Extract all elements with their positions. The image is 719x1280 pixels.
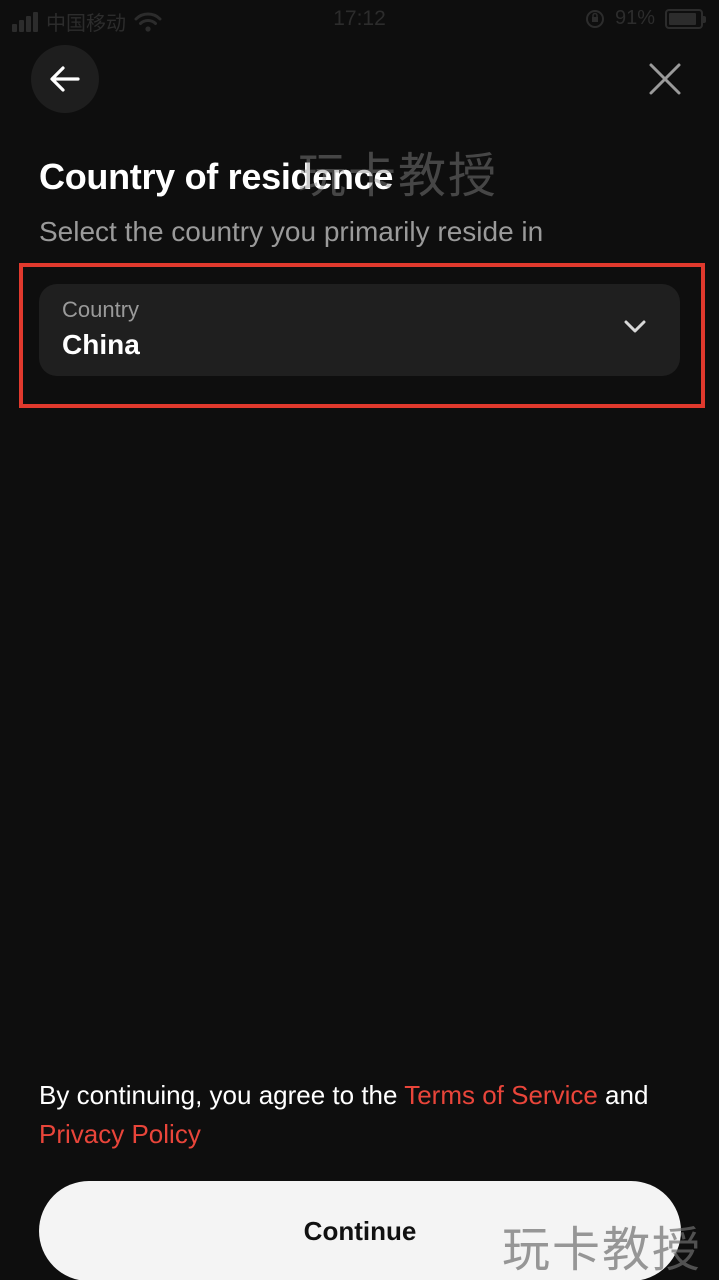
rotation-lock-icon (585, 9, 604, 28)
battery-level (669, 12, 697, 25)
status-right: 91% (585, 7, 706, 30)
back-button[interactable] (31, 45, 99, 113)
page-subtitle: Select the country you primarily reside … (39, 216, 544, 247)
terms-of-service-link[interactable]: Terms of Service (404, 1080, 598, 1110)
arrow-left-icon (50, 66, 80, 92)
chevron-down-icon (624, 320, 646, 333)
watermark: 玩卡教授 (502, 1224, 703, 1277)
battery-icon (665, 8, 706, 29)
watermark: 玩卡教授 (298, 150, 499, 203)
battery-percent: 91% (614, 7, 655, 29)
country-select-value: China (62, 329, 140, 360)
country-select[interactable]: Country China (39, 284, 680, 376)
legal-middle: and (597, 1080, 649, 1110)
close-icon (649, 63, 681, 95)
close-button[interactable] (640, 54, 690, 104)
legal-prefix: By continuing, you agree to the (39, 1080, 405, 1110)
screen: 中国移动 17:12 91% Country of residence 玩卡教授… (0, 0, 719, 1280)
status-bar: 中国移动 17:12 91% (0, 0, 719, 40)
privacy-policy-link[interactable]: Privacy Policy (39, 1119, 201, 1149)
country-select-label: Country (62, 297, 140, 322)
legal-notice: By continuing, you agree to the Terms of… (39, 1076, 689, 1154)
